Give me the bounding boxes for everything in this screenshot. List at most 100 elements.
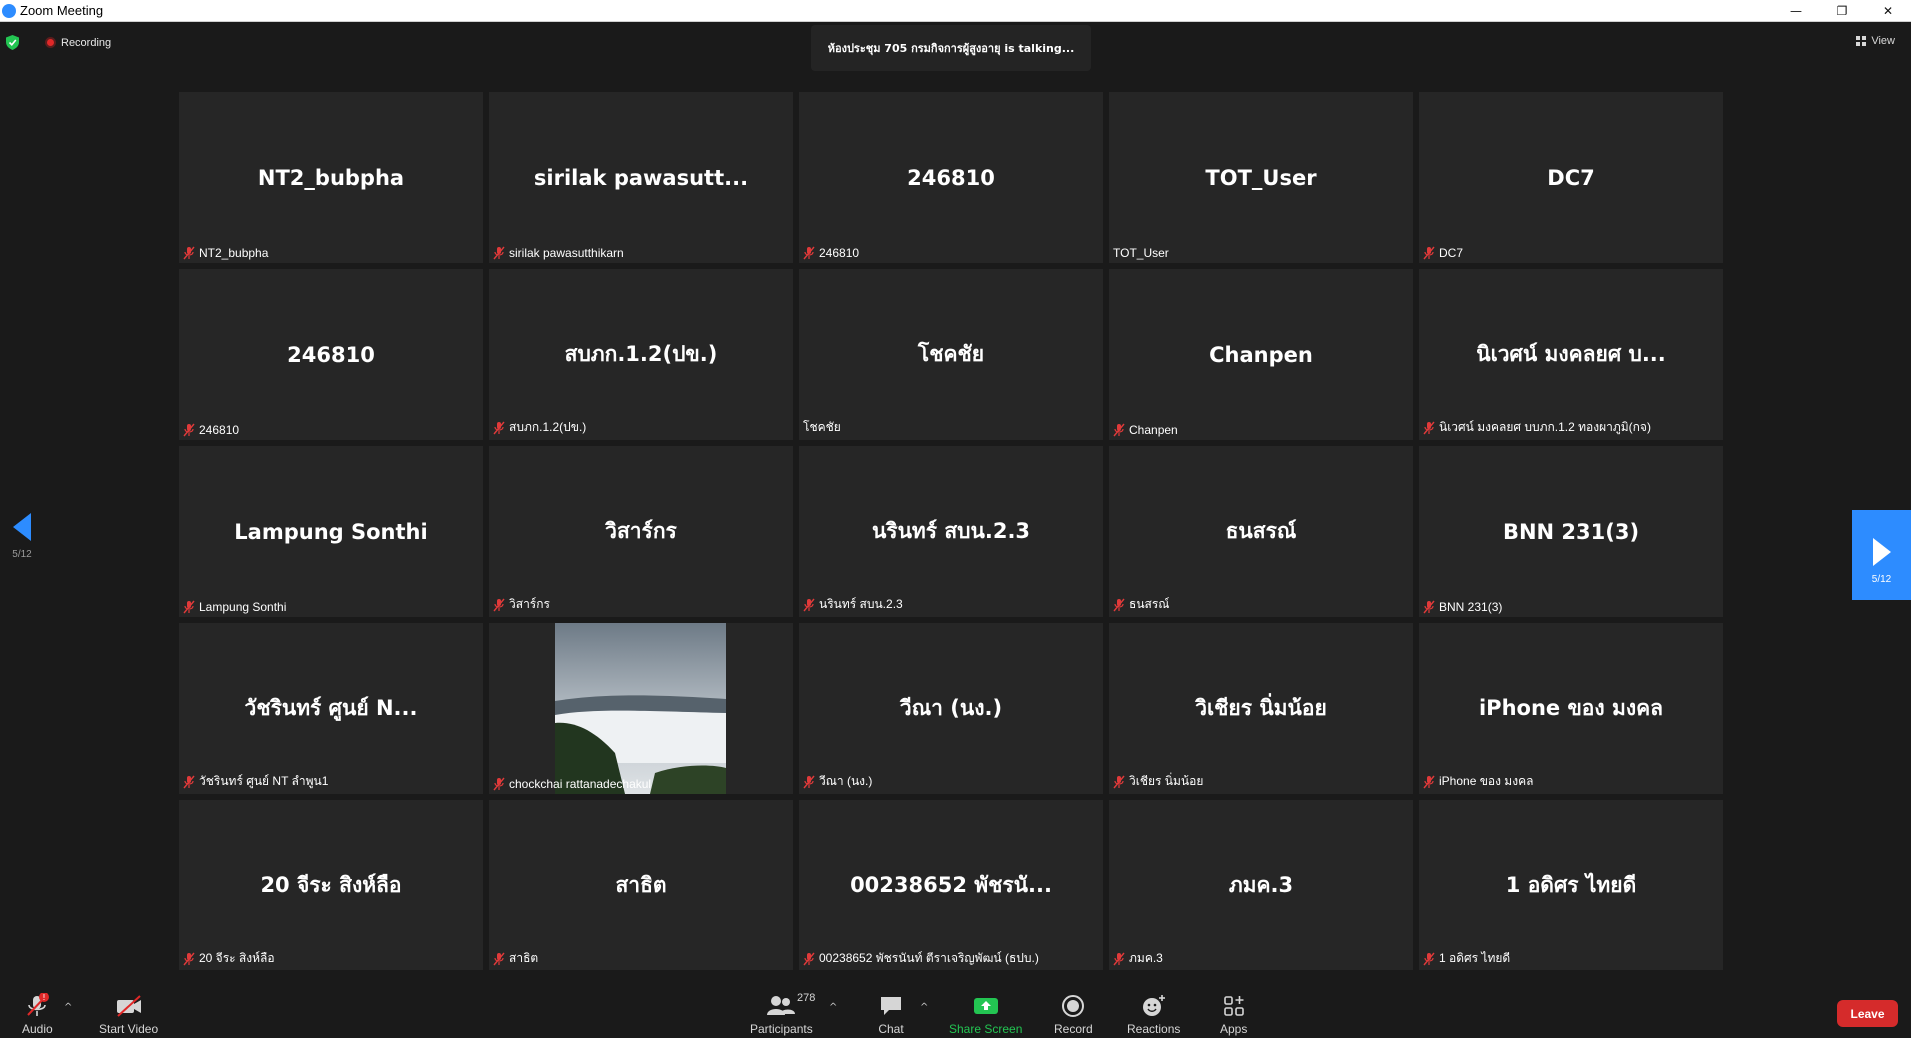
participant-tile[interactable]: วัชรินทร์ ศูนย์ N... วัชรินทร์ ศูนย์ NT ล… <box>179 623 483 794</box>
participant-tile[interactable]: 246810 246810 <box>799 92 1103 263</box>
grid-view-icon <box>1856 36 1867 46</box>
participant-name-label: นิเวศน์ มงคลยศ บบภก.1.2 ทองผาภูมิ(กจ) <box>1423 418 1651 437</box>
participant-name-text: DC7 <box>1439 246 1464 260</box>
participant-name-text: วีณา (นง.) <box>819 774 873 788</box>
participant-tile[interactable]: 246810 246810 <box>179 269 483 440</box>
share-screen-button[interactable]: Share Screen <box>949 992 1022 1036</box>
participant-name-text: ธนสรณ์ <box>1129 597 1170 611</box>
microphone-muted-icon <box>493 952 505 966</box>
participant-tile[interactable]: sirilak pawasutt... sirilak pawasutthikar… <box>489 92 793 263</box>
leave-button[interactable]: Leave <box>1837 1000 1898 1027</box>
participant-display-name: วีณา (นง.) <box>899 696 1003 720</box>
minimize-button[interactable]: — <box>1773 0 1819 22</box>
participant-display-name: นิเวศน์ มงคลยศ บ... <box>1476 342 1666 366</box>
microphone-muted-icon <box>183 246 195 260</box>
audio-button[interactable]: ! Audio <box>22 992 53 1036</box>
close-button[interactable]: ✕ <box>1865 0 1911 22</box>
participant-name-text: สบภก.1.2(ปข.) <box>509 420 587 434</box>
recording-indicator[interactable]: Recording <box>45 37 111 49</box>
arrow-left-icon <box>13 513 31 541</box>
participant-tile[interactable]: สบภก.1.2(ปข.) สบภก.1.2(ปข.) <box>489 269 793 440</box>
participant-name-text: NT2_bubpha <box>199 246 269 260</box>
participant-name-text: 246810 <box>819 246 860 260</box>
participant-display-name: วิเชียร นิ่มน้อย <box>1195 696 1327 720</box>
participant-name-label: นรินทร์ สบน.2.3 <box>803 595 903 614</box>
participant-tile[interactable]: Chanpen Chanpen <box>1109 269 1413 440</box>
restore-button[interactable]: ❐ <box>1819 0 1865 22</box>
microphone-muted-icon <box>1423 952 1435 966</box>
record-button[interactable]: Record <box>1054 992 1093 1036</box>
reactions-button[interactable]: Reactions <box>1127 992 1180 1036</box>
reactions-smiley-icon <box>1141 992 1167 1020</box>
participants-options-caret[interactable]: ^ <box>829 1002 837 1013</box>
chat-button[interactable]: Chat <box>878 992 904 1036</box>
audio-options-caret[interactable]: ^ <box>64 1002 72 1013</box>
participant-display-name: 246810 <box>287 342 375 367</box>
next-page-button[interactable]: 5/12 <box>1852 510 1911 600</box>
microphone-muted-icon <box>803 952 815 966</box>
microphone-muted-icon <box>1113 598 1125 612</box>
participant-tile[interactable]: 00238652 พัชรนั... 00238652 พัชรนันท์ ตีร… <box>799 800 1103 971</box>
participant-tile[interactable]: Lampung Sonthi Lampung Sonthi <box>179 446 483 617</box>
chat-label: Chat <box>878 1022 904 1036</box>
participant-name-text: iPhone ของ มงคล <box>1439 774 1534 788</box>
participant-display-name: 1 อดิศร ไทยดี <box>1505 873 1637 897</box>
participant-count: 278 <box>797 992 816 1004</box>
participant-name-label: ภมค.3 <box>1113 949 1163 968</box>
microphone-muted-icon <box>1423 775 1435 789</box>
participant-name-text: Chanpen <box>1129 423 1178 437</box>
participant-tile[interactable]: chockchai rattanadechakul <box>489 623 793 794</box>
participant-tile[interactable]: นิเวศน์ มงคลยศ บ... นิเวศน์ มงคลยศ บบภก.1… <box>1419 269 1723 440</box>
chat-options-caret[interactable]: ^ <box>920 1002 928 1013</box>
view-button[interactable]: View <box>1856 35 1895 47</box>
participant-tile[interactable]: สาธิต สาธิต <box>489 800 793 971</box>
participant-name-text: ภมค.3 <box>1129 951 1163 965</box>
apps-button[interactable]: Apps <box>1220 992 1247 1036</box>
security-shield-icon[interactable] <box>6 35 19 50</box>
participant-video-image <box>555 623 726 794</box>
participant-tile[interactable]: 1 อดิศร ไทยดี 1 อดิศร ไทยดี <box>1419 800 1723 971</box>
page-indicator-right: 5/12 <box>1871 574 1892 585</box>
participant-display-name: โชคชัย <box>917 342 985 366</box>
participant-display-name: 00238652 พัชรนั... <box>850 873 1052 897</box>
participant-name-text: วิเชียร นิ่มน้อย <box>1129 774 1204 788</box>
participant-tile[interactable]: วีณา (นง.) วีณา (นง.) <box>799 623 1103 794</box>
microphone-muted-icon <box>1423 421 1435 435</box>
participant-tile[interactable]: โชคชัย โชคชัย <box>799 269 1103 440</box>
participant-tile[interactable]: BNN 231(3) BNN 231(3) <box>1419 446 1723 617</box>
audio-alert-badge: ! <box>43 993 46 1002</box>
participant-name-text: โชคชัย <box>803 420 841 434</box>
microphone-muted-icon <box>1423 600 1435 614</box>
participant-name-text: นิเวศน์ มงคลยศ บบภก.1.2 ทองผาภูมิ(กจ) <box>1439 420 1651 434</box>
participant-name-text: วัชรินทร์ ศูนย์ NT ลำพูน1 <box>199 774 329 788</box>
participant-tile[interactable]: วิสาร์กร วิสาร์กร <box>489 446 793 617</box>
participant-tile[interactable]: ธนสรณ์ ธนสรณ์ <box>1109 446 1413 617</box>
previous-page-button[interactable]: 5/12 <box>8 513 36 560</box>
participant-name-label: BNN 231(3) <box>1423 600 1502 614</box>
participant-tile[interactable]: TOT_User TOT_User <box>1109 92 1413 263</box>
microphone-muted-icon <box>493 246 505 260</box>
participant-display-name: วัชรินทร์ ศูนย์ N... <box>244 696 418 720</box>
participant-tile[interactable]: ภมค.3 ภมค.3 <box>1109 800 1413 971</box>
participant-tile[interactable]: iPhone ของ มงคล iPhone ของ มงคล <box>1419 623 1723 794</box>
participant-tile[interactable]: DC7 DC7 <box>1419 92 1723 263</box>
active-speaker-banner: ห้องประชุม 705 กรมกิจการผู้สูงอายุ is ta… <box>811 25 1091 71</box>
participant-tile[interactable]: วิเชียร นิ่มน้อย วิเชียร นิ่มน้อย <box>1109 623 1413 794</box>
participant-name-label: NT2_bubpha <box>183 246 268 260</box>
participant-name-label: DC7 <box>1423 246 1463 260</box>
participant-name-label: Lampung Sonthi <box>183 600 286 614</box>
audio-label: Audio <box>22 1022 53 1036</box>
gallery-grid: NT2_bubpha NT2_bubpha sirilak pawasutt... s… <box>179 92 1724 971</box>
participant-name-label: ธนสรณ์ <box>1113 595 1169 614</box>
record-label: Record <box>1054 1022 1093 1036</box>
page-indicator-left: 5/12 <box>12 549 32 560</box>
participant-name-label: TOT_User <box>1113 246 1169 260</box>
participant-tile[interactable]: NT2_bubpha NT2_bubpha <box>179 92 483 263</box>
participant-tile[interactable]: 20 จีระ สิงห์ลือ 20 จีระ สิงห์ลือ <box>179 800 483 971</box>
participant-display-name: sirilak pawasutt... <box>533 165 749 190</box>
zoom-logo-icon <box>2 3 16 18</box>
start-video-button[interactable]: Start Video <box>99 992 158 1036</box>
window-title: Zoom Meeting <box>20 3 104 18</box>
share-screen-icon <box>973 992 999 1020</box>
participant-tile[interactable]: นรินทร์ สบน.2.3 นรินทร์ สบน.2.3 <box>799 446 1103 617</box>
